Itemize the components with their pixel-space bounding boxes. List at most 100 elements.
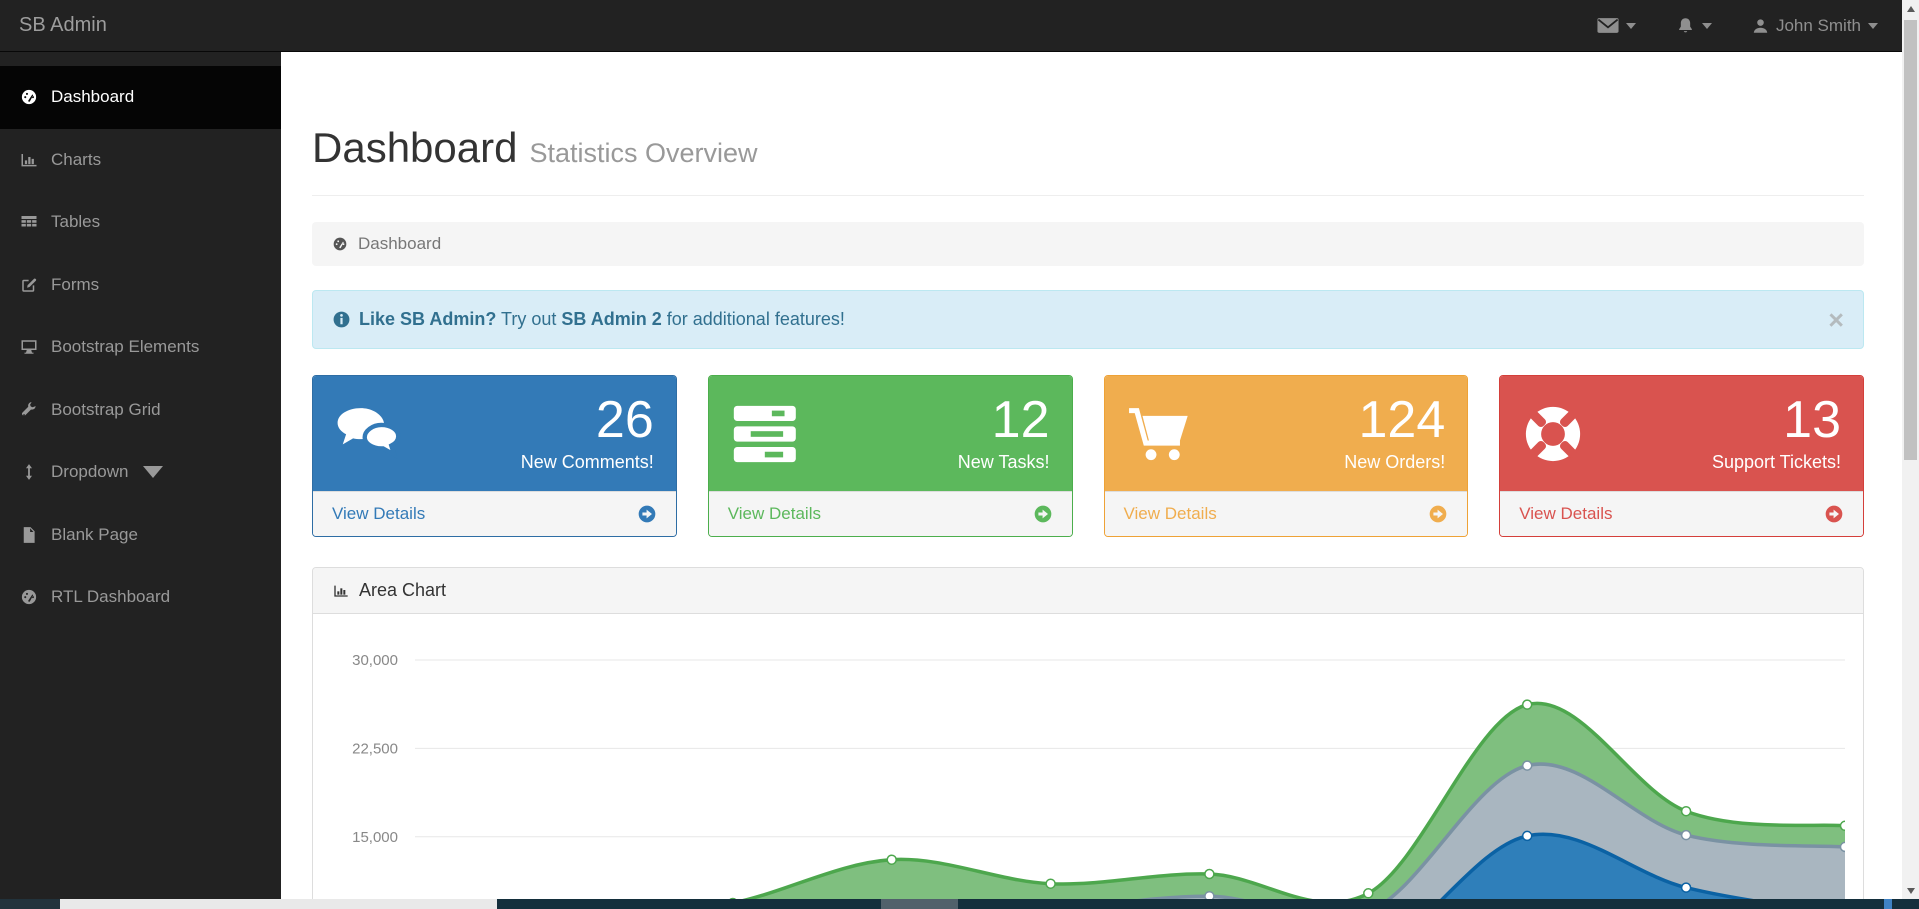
stat-panel-new-tasks: 12New Tasks! View Details [708,375,1073,537]
user-icon [1752,17,1769,35]
tasks-icon [731,403,799,465]
area-chart: 30,00022,50015,000 [313,614,1863,905]
stat-count: 124 [1344,395,1445,445]
bell-icon [1676,16,1695,36]
top-navbar: SB Admin John Smith [0,0,1902,52]
stat-label: New Comments! [521,452,654,473]
sidebar-item-label: Dropdown [51,462,129,482]
wrench-icon [19,401,39,419]
brand-link[interactable]: SB Admin [0,14,107,37]
dashboard-icon [19,588,39,606]
sidebar-item-charts[interactable]: Charts [0,129,281,192]
area-chart-title: Area Chart [359,580,446,601]
view-details-label: View Details [728,504,821,524]
page-subtitle: Statistics Overview [529,138,757,168]
view-details-link[interactable]: View Details [1500,491,1863,536]
desktop-icon [19,338,39,356]
view-details-link[interactable]: View Details [1105,491,1468,536]
view-details-label: View Details [1519,504,1612,524]
page-header: DashboardStatistics Overview [312,126,1864,196]
up-triangle-icon [1907,6,1915,12]
down-triangle-icon [1907,888,1915,894]
sidebar-item-bootstrap-elements[interactable]: Bootstrap Elements [0,316,281,379]
taskbar-segment [497,899,881,909]
stat-panel-support-tickets: 13 Support Tickets! View Details [1499,375,1864,537]
caret-down-icon [1868,23,1878,29]
alerts-dropdown[interactable] [1676,16,1712,36]
view-details-label: View Details [332,504,425,524]
shopping-cart-icon [1127,403,1189,465]
sidebar-item-dashboard[interactable]: Dashboard [0,66,281,129]
sidebar-item-label: RTL Dashboard [51,587,170,607]
stat-panel-heading: 13 Support Tickets! [1500,376,1863,491]
breadcrumb: Dashboard [312,222,1864,266]
envelope-icon [1597,17,1619,34]
sidebar-item-label: Bootstrap Elements [51,337,199,357]
bar-chart-icon [332,583,350,599]
stat-label: Support Tickets! [1712,452,1841,473]
stat-panel-heading: 12New Tasks! [709,376,1072,491]
view-details-label: View Details [1124,504,1217,524]
breadcrumb-item-dashboard: Dashboard [358,234,441,254]
scrollbar-up-arrow[interactable] [1902,0,1919,17]
arrows-v-icon [19,463,39,481]
navbar-right: John Smith [1597,16,1902,36]
sidebar-item-label: Tables [51,212,100,232]
caret-down-icon [1626,23,1636,29]
user-name: John Smith [1776,16,1861,36]
svg-text:22,500: 22,500 [352,740,398,757]
info-alert: Like SB Admin? Try out SB Admin 2 for ad… [312,290,1864,349]
sidebar-nav: Dashboard Charts Tables Forms Bootstrap Elem… [0,66,281,629]
stat-label: New Tasks! [958,452,1050,473]
area-chart-panel: Area Chart 30,00022,50015,000 [312,567,1864,909]
view-details-link[interactable]: View Details [709,491,1072,536]
sidebar-item-label: Charts [51,150,101,170]
sidebar-item-bootstrap-grid[interactable]: Bootstrap Grid [0,379,281,442]
taskbar-segment [0,899,60,909]
sidebar-item-label: Dashboard [51,87,134,107]
scrollbar-down-arrow[interactable] [1902,882,1919,899]
life-ring-icon [1522,403,1584,465]
alert-close-button[interactable]: × [1828,311,1844,329]
stat-panel-heading: 124 New Orders! [1105,376,1468,491]
messages-dropdown[interactable] [1597,17,1636,34]
dashboard-icon [331,236,349,252]
taskbar-segment [1884,899,1892,909]
sidebar-item-label: Forms [51,275,99,295]
taskbar-segment [1892,899,1919,909]
sidebar: Dashboard Charts Tables Forms Bootstrap Elem… [0,52,281,909]
caret-down-icon [1702,23,1712,29]
stat-count: 26 [521,395,654,445]
taskbar-segment [881,899,958,909]
sidebar-item-rtl-dashboard[interactable]: RTL Dashboard [0,566,281,629]
main-content: DashboardStatistics Overview Dashboard L… [281,52,1902,909]
svg-text:15,000: 15,000 [352,829,398,846]
scrollbar[interactable] [1902,0,1919,899]
stat-panel-new-orders: 124 New Orders! View Details [1104,375,1469,537]
view-details-link[interactable]: View Details [313,491,676,536]
file-icon [19,526,39,544]
sidebar-item-tables[interactable]: Tables [0,191,281,254]
dashboard-icon [19,88,39,106]
comments-icon [335,403,402,465]
sidebar-item-forms[interactable]: Forms [0,254,281,317]
edit-icon [19,276,39,294]
taskbar-strip [0,899,1919,909]
sidebar-item-blank-page[interactable]: Blank Page [0,504,281,567]
user-dropdown[interactable]: John Smith [1752,16,1878,36]
stats-row: 26 New Comments! View Details 12New Tasks! V… [312,375,1864,537]
scrollbar-thumb[interactable] [1904,20,1917,460]
stat-panel-new-comments: 26 New Comments! View Details [312,375,677,537]
stat-count: 13 [1712,395,1841,445]
arrow-circle-right-icon [1428,504,1448,524]
bar-chart-icon [19,151,39,169]
arrow-circle-right-icon [1824,504,1844,524]
stat-label: New Orders! [1344,452,1445,473]
sidebar-item-dropdown[interactable]: Dropdown [0,441,281,504]
alert-text: Like SB Admin? Try out SB Admin 2 for ad… [359,309,845,330]
arrow-circle-right-icon [1033,504,1053,524]
info-circle-icon [332,310,351,329]
area-chart-panel-header: Area Chart [313,568,1863,614]
caret-down-icon [143,463,163,481]
sidebar-item-label: Bootstrap Grid [51,400,161,420]
